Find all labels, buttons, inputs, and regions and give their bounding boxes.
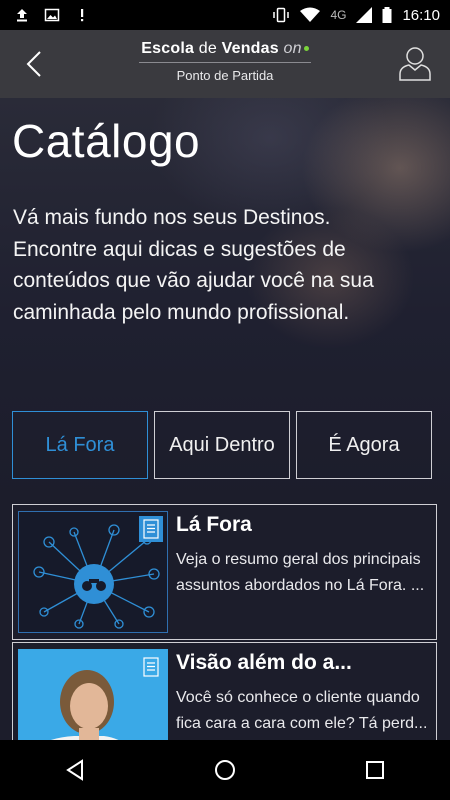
card-thumbnail [18, 649, 168, 740]
tab-la-fora[interactable]: Lá Fora [12, 411, 148, 479]
signal-icon [356, 7, 373, 23]
tab-aqui-dentro[interactable]: Aqui Dentro [154, 411, 290, 479]
list-item[interactable]: Visão além do a... Você só conhece o cli… [12, 642, 437, 740]
brand-divider [139, 62, 311, 63]
brand-word-escola: Escola [141, 40, 195, 57]
header-subtitle: Ponto de Partida [176, 68, 274, 83]
content-list: Lá Fora Veja o resumo geral dos principa… [0, 500, 450, 740]
document-icon [139, 516, 163, 542]
card-text: Você só conhece o cliente quando fica ca… [176, 689, 428, 732]
nav-back-icon[interactable] [63, 758, 87, 782]
page-title: Catálogo [12, 115, 201, 167]
card-title: Lá Fora [176, 513, 252, 536]
battery-icon [382, 7, 392, 23]
image-icon [44, 8, 60, 22]
brand-logo: Escola de Vendas on Ponto de Partida [0, 40, 450, 83]
profile-icon[interactable] [398, 44, 432, 82]
status-bar: 4G 16:10 [0, 0, 450, 30]
card-thumbnail [18, 511, 168, 633]
brand-dot [303, 46, 309, 52]
card-title: Visão além do a... [176, 651, 352, 674]
tab-e-agora[interactable]: É Agora [296, 411, 432, 479]
alert-icon [81, 9, 84, 22]
brand-word-vendas: Vendas [221, 40, 279, 57]
list-item[interactable]: Lá Fora Veja o resumo geral dos principa… [12, 504, 437, 640]
vibrate-icon [273, 7, 290, 23]
network-label: 4G [330, 8, 347, 22]
brand-word-de: de [198, 40, 217, 57]
wifi-icon [300, 7, 321, 22]
brand-word-on: on [283, 40, 302, 57]
system-navigation-bar [0, 740, 450, 800]
category-tabs: Lá Fora Aqui Dentro É Agora [12, 411, 432, 479]
nav-recents-icon[interactable] [363, 758, 387, 782]
document-icon [139, 654, 163, 680]
clock: 16:10 [402, 6, 440, 24]
card-text: Veja o resumo geral dos principais assun… [176, 551, 425, 594]
page-description: Vá mais fundo nos seus Destinos. Encontr… [13, 206, 374, 324]
upload-icon [17, 9, 27, 22]
nav-home-icon[interactable] [213, 758, 237, 782]
app-header: Escola de Vendas on Ponto de Partida [0, 30, 450, 98]
